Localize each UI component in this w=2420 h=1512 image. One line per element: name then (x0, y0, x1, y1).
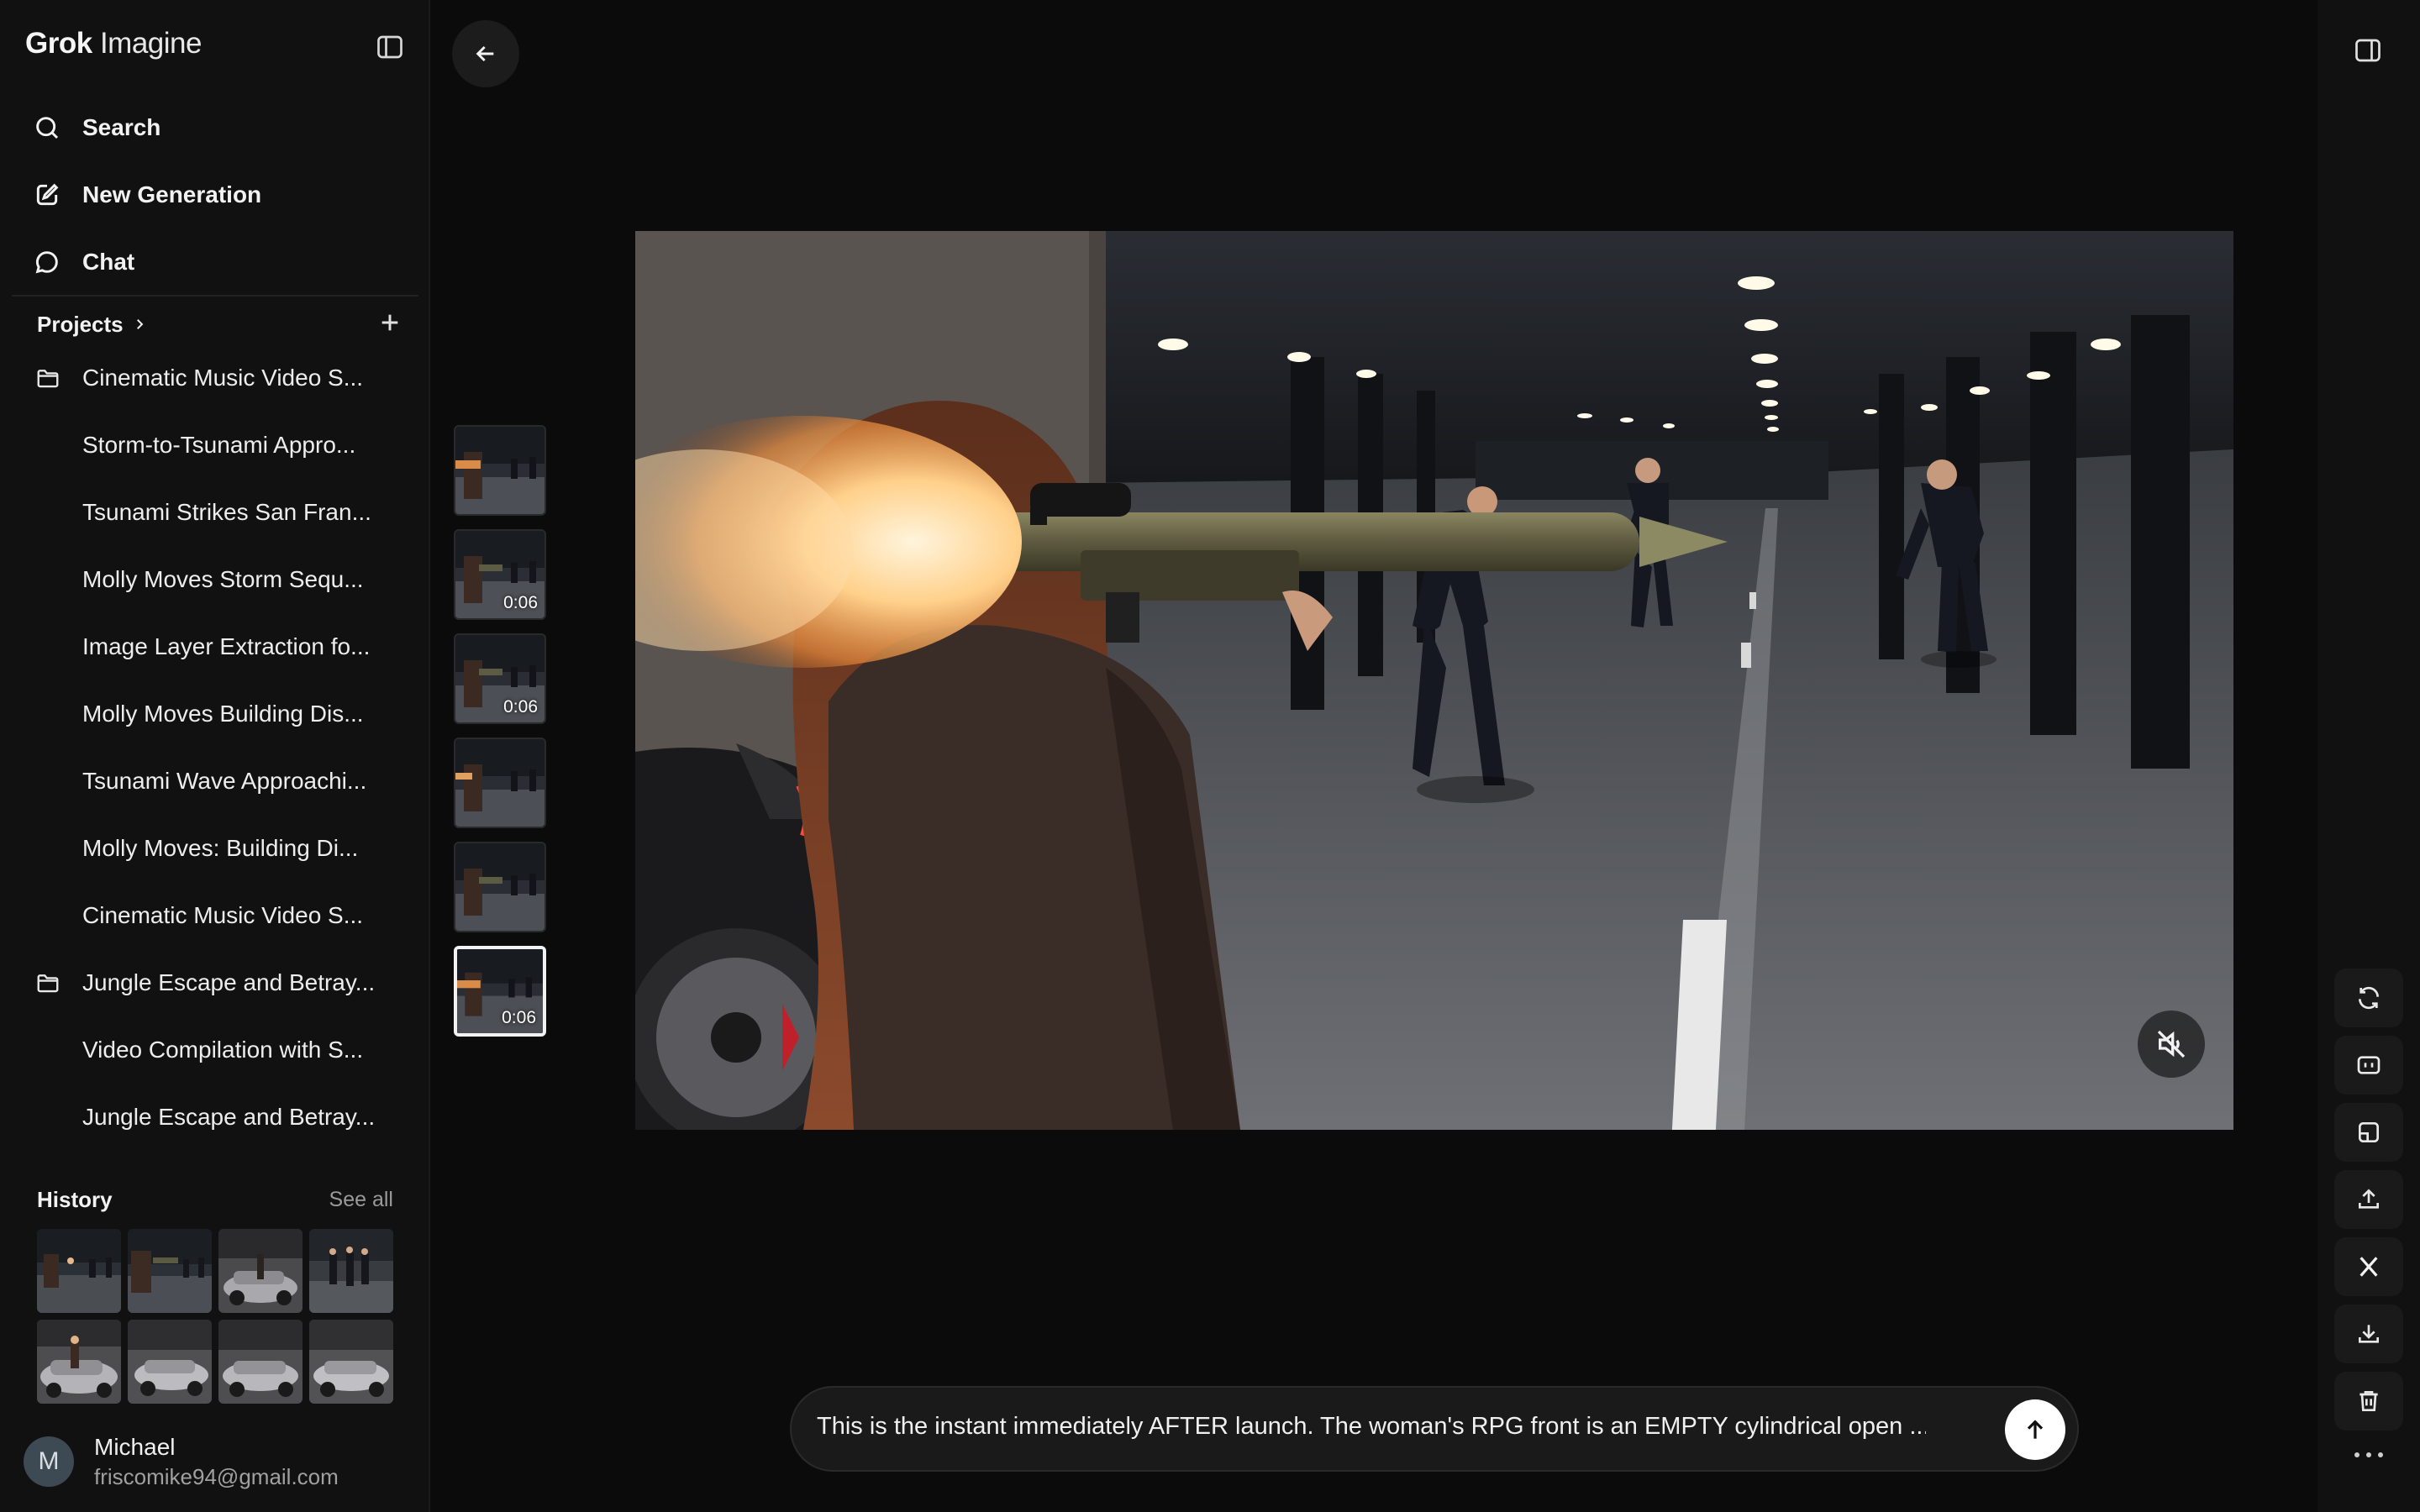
regenerate-button[interactable] (2334, 969, 2403, 1027)
delete-button[interactable] (2334, 1372, 2403, 1431)
video-frame (635, 231, 2233, 1130)
duration-label: 0:06 (503, 593, 538, 612)
projects-label: Projects (37, 311, 124, 337)
project-label: Molly Moves Storm Sequ... (82, 566, 364, 592)
project-item[interactable]: Molly Moves: Building Di... (12, 818, 418, 879)
nav-new-generation-label: New Generation (82, 181, 262, 207)
brand-light: Imagine (99, 27, 203, 60)
video-thumbnail[interactable]: 0:06 (454, 529, 546, 620)
sidebar-divider (12, 295, 418, 297)
project-item[interactable]: Image Layer Extraction fo... (12, 617, 418, 677)
arrow-up-icon (2027, 1420, 2044, 1439)
project-label: Storm-to-Tsunami Appro... (82, 432, 356, 458)
user-name: Michael (94, 1433, 176, 1460)
video-thumbnail[interactable] (454, 842, 546, 932)
project-label: Tsunami Strikes San Fran... (82, 499, 371, 525)
project-label: Jungle Escape and Betray... (82, 1104, 376, 1130)
sidebar: Grok Imagine Search New Generation Chat … (0, 0, 430, 1512)
video-thumbnail-selected[interactable]: 0:06 (454, 946, 546, 1037)
layout-button[interactable] (2334, 1103, 2403, 1162)
more-options-icon[interactable] (2351, 1446, 2386, 1463)
duration-label: 0:06 (503, 697, 538, 717)
user-profile[interactable]: M Michael friscomike94@gmail.com (24, 1428, 339, 1495)
post-to-x-button[interactable] (2334, 1237, 2403, 1296)
history-thumbnail[interactable] (128, 1320, 212, 1404)
project-label: Tsunami Wave Approachi... (82, 768, 367, 794)
project-label: Molly Moves Building Dis... (82, 701, 364, 727)
download-icon (2359, 1325, 2379, 1343)
refresh-icon (2359, 986, 2379, 1010)
video-button[interactable] (2334, 1036, 2403, 1095)
see-all-link[interactable]: See all (329, 1188, 393, 1212)
mute-button[interactable] (2138, 1011, 2205, 1078)
user-email: friscomike94@gmail.com (94, 1463, 339, 1489)
nav-search-label: Search (82, 114, 161, 140)
project-item[interactable]: Video Compilation with S... (12, 1020, 418, 1080)
x-logo-icon (2360, 1257, 2378, 1277)
layout-icon (2359, 1122, 2379, 1142)
history-thumbnail[interactable] (128, 1229, 212, 1313)
project-label: Cinematic Music Video S... (82, 902, 364, 928)
project-item[interactable]: Molly Moves Storm Sequ... (12, 549, 418, 610)
project-label: Jungle Escape and Betray... (82, 969, 376, 995)
send-button[interactable] (2005, 1399, 2065, 1460)
video-thumbnail[interactable]: 0:06 (454, 633, 546, 724)
trash-icon (2360, 1391, 2378, 1411)
project-label: Image Layer Extraction fo... (82, 633, 371, 659)
upload-icon (2359, 1189, 2379, 1209)
video-icon (2357, 1056, 2381, 1074)
project-item[interactable]: Cinematic Music Video S... (12, 348, 418, 408)
history-thumbnail[interactable] (37, 1229, 121, 1313)
nav-new-generation[interactable]: New Generation (12, 165, 418, 225)
brand-bold: Grok (25, 27, 92, 60)
project-label: Molly Moves: Building Di... (82, 835, 359, 861)
nav-chat-label: Chat (82, 249, 135, 275)
duration-label: 0:06 (502, 1008, 536, 1027)
nav-chat[interactable]: Chat (12, 232, 418, 292)
project-item[interactable]: Jungle Escape and Betray... (12, 1087, 418, 1147)
project-label: Cinematic Music Video S... (82, 365, 364, 391)
search-icon (36, 117, 59, 139)
sidebar-toggle-icon[interactable] (375, 32, 405, 62)
edit-icon (36, 183, 59, 206)
history-thumbnail[interactable] (309, 1229, 393, 1313)
panel-toggle-icon[interactable] (2353, 35, 2383, 66)
folder-icon (37, 370, 59, 388)
projects-header[interactable]: Projects (37, 309, 147, 339)
app-logo[interactable]: Grok Imagine (25, 27, 202, 64)
folder-icon (37, 974, 59, 993)
avatar: M (24, 1436, 74, 1487)
project-item[interactable]: Molly Moves Building Dis... (12, 684, 418, 744)
history-header: History See all (37, 1184, 393, 1215)
volume-muted-icon (2157, 1030, 2186, 1058)
user-info: Michael friscomike94@gmail.com (94, 1434, 339, 1490)
project-item[interactable]: Storm-to-Tsunami Appro... (12, 415, 418, 475)
history-grid (37, 1229, 393, 1404)
back-button[interactable] (452, 20, 519, 87)
nav-search[interactable]: Search (12, 97, 418, 158)
history-thumbnail[interactable] (37, 1320, 121, 1404)
arrow-left-icon (476, 45, 494, 62)
history-thumbnail[interactable] (309, 1320, 393, 1404)
project-item[interactable]: Tsunami Strikes San Fran... (12, 482, 418, 543)
history-label: History (37, 1186, 113, 1212)
chevron-right-icon (136, 319, 143, 329)
project-label: Video Compilation with S... (82, 1037, 364, 1063)
add-project-icon[interactable] (376, 309, 403, 336)
prompt-bar: This is the instant immediately AFTER la… (790, 1386, 2079, 1472)
right-rail (2317, 0, 2420, 1512)
prompt-input[interactable]: This is the instant immediately AFTER la… (817, 1413, 1926, 1446)
project-item[interactable]: Cinematic Music Video S... (12, 885, 418, 946)
video-player[interactable] (635, 231, 2233, 1130)
project-item[interactable]: Jungle Escape and Betray... (12, 953, 418, 1013)
history-thumbnail[interactable] (218, 1320, 302, 1404)
project-item[interactable]: Tsunami Wave Approachi... (12, 751, 418, 811)
share-button[interactable] (2334, 1170, 2403, 1229)
chat-bubble-icon (35, 251, 58, 274)
history-thumbnail[interactable] (218, 1229, 302, 1313)
video-thumbnail[interactable] (454, 738, 546, 828)
download-button[interactable] (2334, 1305, 2403, 1363)
video-thumbnail[interactable] (454, 425, 546, 516)
